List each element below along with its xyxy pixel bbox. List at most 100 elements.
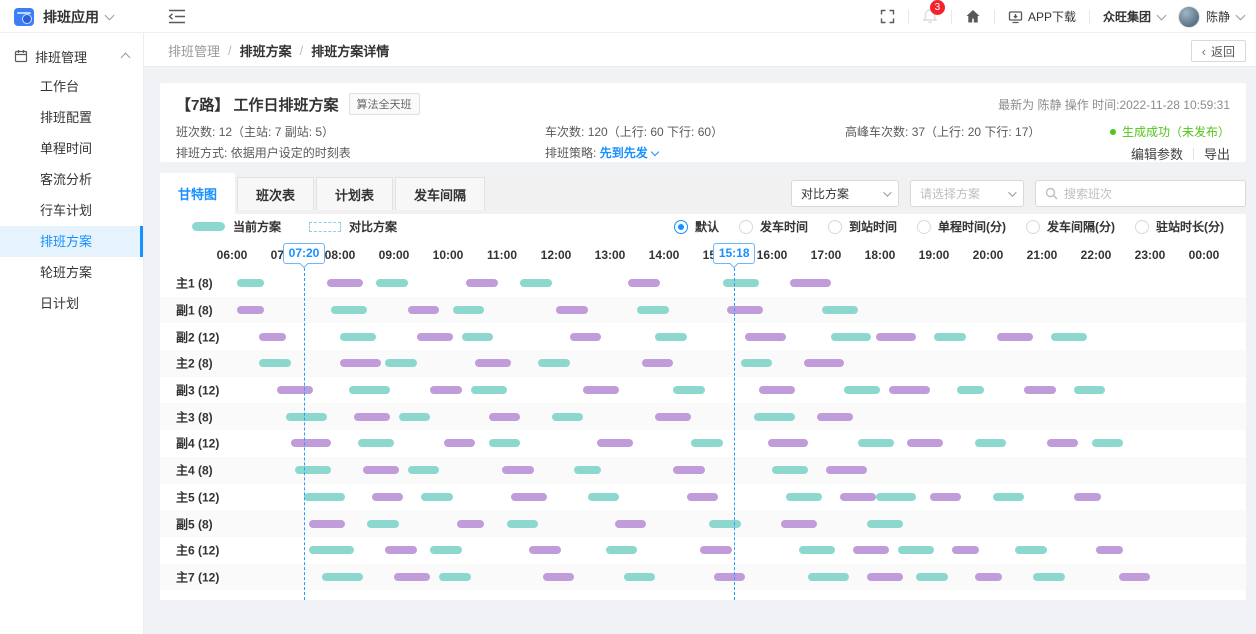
trip-bar[interactable]	[727, 306, 763, 314]
trip-bar[interactable]	[583, 386, 619, 394]
trip-bar[interactable]	[997, 333, 1033, 341]
trip-bar[interactable]	[628, 279, 660, 287]
trip-bar[interactable]	[754, 413, 795, 421]
trip-bar[interactable]	[1047, 439, 1079, 447]
trip-bar[interactable]	[259, 333, 286, 341]
plan-select[interactable]: 请选择方案	[910, 180, 1024, 207]
trip-bar[interactable]	[507, 520, 539, 528]
trip-bar[interactable]	[259, 359, 291, 367]
trip-bar[interactable]	[691, 439, 723, 447]
trip-bar[interactable]	[714, 573, 746, 581]
trip-bar[interactable]	[363, 466, 399, 474]
trip-bar[interactable]	[673, 466, 705, 474]
trip-bar[interactable]	[489, 439, 521, 447]
trip-bar[interactable]	[1074, 386, 1106, 394]
trip-bar[interactable]	[615, 520, 647, 528]
trip-bar[interactable]	[772, 466, 808, 474]
trip-bar[interactable]	[309, 520, 345, 528]
trip-bar[interactable]	[408, 306, 440, 314]
trip-bar[interactable]	[804, 359, 845, 367]
trip-bar[interactable]	[808, 573, 849, 581]
trip-bar[interactable]	[786, 493, 822, 501]
trip-bar[interactable]	[588, 493, 620, 501]
tab-0[interactable]: 甘特图	[160, 173, 235, 214]
trip-bar[interactable]	[844, 386, 880, 394]
trip-bar[interactable]	[552, 413, 584, 421]
trip-bar[interactable]	[556, 306, 588, 314]
org-switcher[interactable]: 众旺集团	[1103, 8, 1165, 25]
trip-bar[interactable]	[957, 386, 984, 394]
trip-bar[interactable]	[291, 439, 332, 447]
trip-bar[interactable]	[741, 359, 773, 367]
export-button[interactable]: 导出	[1204, 144, 1230, 163]
trip-bar[interactable]	[687, 493, 719, 501]
trip-bar[interactable]	[304, 493, 345, 501]
breadcrumb-item-1[interactable]: 排班方案	[240, 41, 292, 60]
trip-bar[interactable]	[606, 546, 638, 554]
trip-bar[interactable]	[673, 386, 705, 394]
notification-button[interactable]: 3	[922, 8, 938, 25]
trip-bar[interactable]	[1092, 439, 1124, 447]
trip-bar[interactable]	[327, 279, 363, 287]
trip-bar[interactable]	[876, 333, 917, 341]
trip-bar[interactable]	[898, 546, 934, 554]
trip-bar[interactable]	[975, 573, 1002, 581]
trip-bar[interactable]	[781, 520, 817, 528]
trip-bar[interactable]	[831, 333, 872, 341]
trip-bar[interactable]	[430, 386, 462, 394]
back-button[interactable]: ‹ 返回	[1191, 40, 1246, 62]
search-input[interactable]	[1064, 187, 1236, 201]
compare-mode-select[interactable]: 对比方案	[791, 180, 899, 207]
fullscreen-button[interactable]	[880, 9, 895, 24]
sidebar-item-1[interactable]: 排班配置	[0, 102, 143, 133]
trip-bar[interactable]	[430, 546, 462, 554]
trip-bar[interactable]	[358, 439, 394, 447]
trip-bar[interactable]	[475, 359, 511, 367]
trip-bar[interactable]	[543, 573, 575, 581]
trip-bar[interactable]	[1033, 573, 1065, 581]
trip-bar[interactable]	[952, 546, 979, 554]
trip-bar[interactable]	[840, 493, 876, 501]
trip-bar[interactable]	[1015, 546, 1047, 554]
trip-bar[interactable]	[457, 520, 484, 528]
strategy-dropdown[interactable]: 先到先发	[600, 146, 658, 160]
radio-0[interactable]: 默认	[674, 218, 719, 235]
time-marker-line[interactable]	[304, 268, 305, 600]
home-button[interactable]	[965, 9, 981, 24]
trip-bar[interactable]	[655, 413, 691, 421]
trip-bar[interactable]	[655, 333, 687, 341]
trip-bar[interactable]	[286, 413, 327, 421]
trip-bar[interactable]	[529, 546, 561, 554]
tab-1[interactable]: 班次表	[237, 177, 314, 210]
trip-bar[interactable]	[453, 306, 485, 314]
trip-bar[interactable]	[826, 466, 867, 474]
trip-bar[interactable]	[340, 333, 376, 341]
trip-bar[interactable]	[502, 466, 534, 474]
trip-bar[interactable]	[1051, 333, 1087, 341]
trip-bar[interactable]	[975, 439, 1007, 447]
sidebar-collapse-button[interactable]	[168, 9, 186, 24]
trip-bar[interactable]	[466, 279, 498, 287]
trip-bar[interactable]	[930, 493, 962, 501]
trip-bar[interactable]	[417, 333, 453, 341]
sidebar-item-6[interactable]: 轮班方案	[0, 257, 143, 288]
trip-bar[interactable]	[637, 306, 669, 314]
trip-bar[interactable]	[376, 279, 408, 287]
breadcrumb-item-0[interactable]: 排班管理	[168, 41, 220, 60]
sidebar-item-4[interactable]: 行车计划	[0, 195, 143, 226]
trip-bar[interactable]	[889, 386, 930, 394]
trip-bar[interactable]	[574, 466, 601, 474]
trip-bar[interactable]	[597, 439, 633, 447]
trip-bar[interactable]	[295, 466, 331, 474]
trip-bar[interactable]	[1096, 546, 1123, 554]
trip-bar[interactable]	[408, 466, 440, 474]
trip-bar[interactable]	[309, 546, 354, 554]
trip-bar[interactable]	[759, 386, 795, 394]
trip-bar[interactable]	[367, 520, 399, 528]
trip-bar[interactable]	[700, 546, 732, 554]
trip-bar[interactable]	[520, 279, 552, 287]
trip-bar[interactable]	[399, 413, 431, 421]
trip-bar[interactable]	[1074, 493, 1101, 501]
trip-bar[interactable]	[790, 279, 831, 287]
trip-bar[interactable]	[462, 333, 494, 341]
